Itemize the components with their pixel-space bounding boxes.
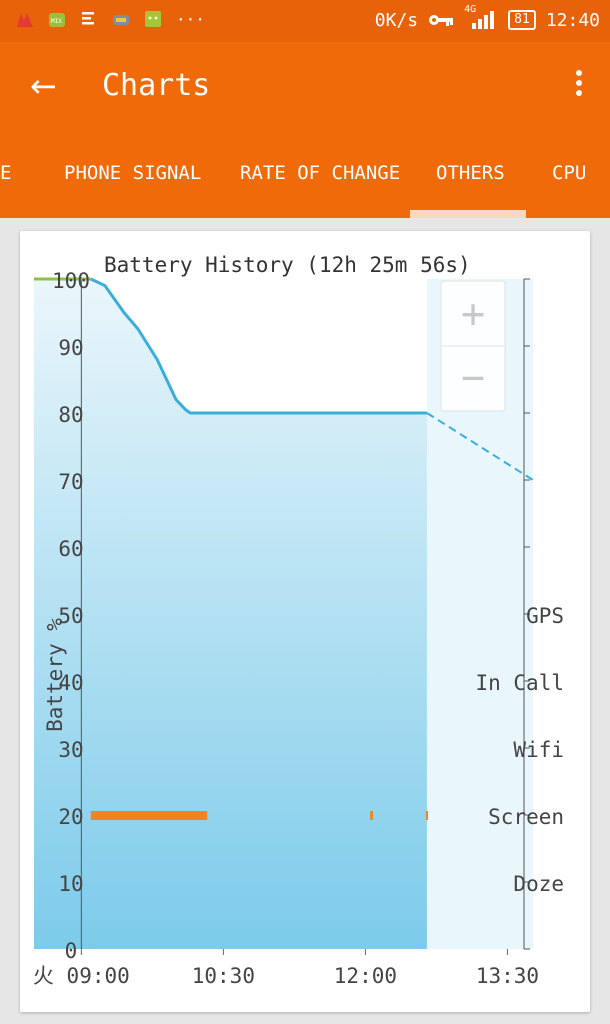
tab-cpu[interactable]: CPU xyxy=(552,162,586,184)
tab-rate-of-change[interactable]: RATE OF CHANGE xyxy=(240,162,400,184)
signal-icon: 4G xyxy=(464,4,498,31)
screen-on-segment xyxy=(370,811,373,820)
y-axis-label: Battery % xyxy=(43,618,67,732)
game-app-icon xyxy=(113,15,129,25)
screen-on-segment xyxy=(90,811,208,820)
zoom-controls: + − xyxy=(440,280,506,412)
history-area xyxy=(34,279,427,949)
state-label-doze: Doze xyxy=(513,872,564,896)
y-tick-label: 80 xyxy=(58,403,83,427)
x-tick-label: 10:30 xyxy=(192,964,255,988)
app-notification-icon xyxy=(17,13,33,27)
svg-text:MIX: MIX xyxy=(51,18,62,25)
x-tick-label: 13:30 xyxy=(476,964,539,988)
battery-icon: 81 xyxy=(508,10,536,30)
state-label-wifi: Wifi xyxy=(513,738,564,762)
zoom-in-button[interactable]: + xyxy=(461,291,485,337)
y-tick-label: 70 xyxy=(58,470,83,494)
state-label-screen: Screen xyxy=(488,805,564,829)
y-tick-label: 90 xyxy=(58,336,83,360)
selected-tab-indicator xyxy=(410,210,526,218)
back-arrow-icon[interactable]: ← xyxy=(30,70,57,102)
y-tick-label: 30 xyxy=(58,738,83,762)
more-options-icon[interactable] xyxy=(574,70,584,104)
chart-title: Battery History (12h 25m 56s) xyxy=(104,253,471,277)
y-tick-label: 20 xyxy=(58,805,83,829)
y-tick-label: 0 xyxy=(65,939,78,963)
clock: 12:40 xyxy=(545,9,600,31)
state-label-in-call: In Call xyxy=(475,671,564,695)
state-label-gps: GPS xyxy=(526,604,564,628)
tab-phone-signal[interactable]: PHONE SIGNAL xyxy=(64,162,201,184)
page-title: Charts xyxy=(102,68,211,103)
app-bar: ← Charts xyxy=(0,42,610,130)
x-tick-label: 火 09:00 xyxy=(33,964,130,988)
zoom-out-button[interactable]: − xyxy=(461,355,485,401)
more-notifications-icon: ··· xyxy=(176,9,205,29)
notification-icons: MIX ··· xyxy=(16,9,205,29)
tab-others[interactable]: OTHERS xyxy=(436,162,505,184)
status-bar: MIX ··· 0K/s 4G 81 12:40 xyxy=(0,0,610,42)
y-tick-label: 60 xyxy=(58,537,83,561)
battery-history-chart[interactable]: 0102030405060708090100 火 09:00 10:30 12:00… xyxy=(20,231,590,1012)
tab-partial[interactable]: E xyxy=(0,162,11,184)
tab-bar: E PHONE SIGNAL RATE OF CHANGE OTHERS CPU xyxy=(0,130,610,218)
android-icon xyxy=(145,11,161,27)
x-tick-label: 12:00 xyxy=(334,964,397,988)
key-icon xyxy=(429,15,454,26)
net-speed: 0K/s xyxy=(374,9,419,31)
mix-app-icon: MIX xyxy=(49,13,65,27)
screen-on-segment xyxy=(426,811,429,820)
text-lines-icon xyxy=(82,12,94,25)
y-tick-label: 10 xyxy=(58,872,83,896)
y-tick-label: 100 xyxy=(52,269,90,293)
chart-card: 0 10 20 30 40 50 60 70 80 90 100 火 09:00 10:30 12:00… xyxy=(20,231,590,1012)
